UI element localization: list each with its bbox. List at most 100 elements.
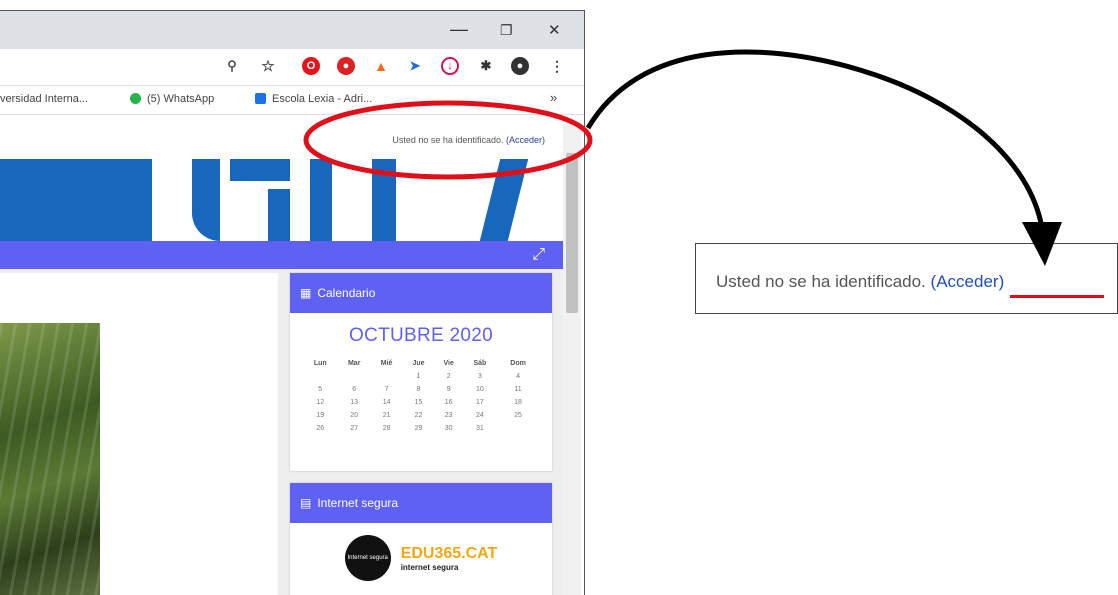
calendar-day[interactable]: 31 <box>463 422 498 435</box>
calendar-day[interactable]: 8 <box>402 383 434 396</box>
page-content: ▦ Calendario OCTUBRE 2020 Lun Mar Mié Ju… <box>0 269 563 595</box>
calendar-day[interactable]: 27 <box>337 422 370 435</box>
bookmark-label: (5) WhatsApp <box>147 93 215 105</box>
pointer-arrow <box>585 49 1045 229</box>
banner-block <box>0 159 152 241</box>
calendar-day <box>371 370 402 383</box>
calendar-day[interactable]: 13 <box>337 396 370 409</box>
calendar-day[interactable]: 10 <box>463 383 498 396</box>
weekday: Mar <box>347 360 361 367</box>
calendar-day[interactable]: 16 <box>435 396 463 409</box>
edu365-logo[interactable]: EDU365.CAT internet segura <box>401 545 498 572</box>
bookmark-label: versidad Interna... <box>0 93 89 105</box>
fire-icon[interactable]: ▲ <box>372 57 390 75</box>
zoom-callout: Usted no se ha identificado. (Acceder) <box>695 243 1118 314</box>
login-link[interactable]: (Acceder) <box>506 135 545 145</box>
internet-segura-card: ▤ Internet segura Internet segura EDU365… <box>290 483 552 595</box>
calendar-week: 5 6 7 8 9 10 11 <box>303 383 539 396</box>
calendar-card: ▦ Calendario OCTUBRE 2020 Lun Mar Mié Ju… <box>290 273 552 471</box>
whatsapp-icon <box>130 93 141 104</box>
calendar-day[interactable]: 25 <box>497 409 539 422</box>
calendar-day[interactable]: 9 <box>435 383 463 396</box>
weekday: Lun <box>313 360 327 367</box>
zoom-icon[interactable]: ⚲ <box>223 57 241 75</box>
campus-photo <box>0 323 100 595</box>
calendar-day[interactable]: 28 <box>371 422 402 435</box>
calendar-day[interactable]: 23 <box>435 409 463 422</box>
calendar-icon: ▦ <box>300 286 312 300</box>
calendar-day[interactable]: 17 <box>463 396 498 409</box>
calendar-header: ▦ Calendario <box>290 273 552 313</box>
profile-icon[interactable]: ● <box>511 57 529 75</box>
calendar-day[interactable]: 21 <box>371 409 402 422</box>
restore-button[interactable]: ❐ <box>500 22 513 39</box>
calendar-day[interactable]: 3 <box>463 370 498 383</box>
calendar-day[interactable]: 19 <box>303 409 337 422</box>
edu365-subtitle: internet segura <box>400 562 459 572</box>
internet-segura-header: ▤ Internet segura <box>290 483 552 523</box>
bookmark-label: Escola Lexia - Adri... <box>272 93 373 105</box>
lexia-icon <box>255 93 266 104</box>
calendar-day[interactable]: 7 <box>371 383 402 396</box>
calendar-day[interactable]: 30 <box>435 422 463 435</box>
callout-login-link[interactable]: (Acceder) <box>931 272 1005 291</box>
calendar-week: 19 20 21 22 23 24 25 <box>303 409 539 422</box>
adblock-icon[interactable]: ● <box>337 57 355 75</box>
banner-logo-stroke <box>310 159 332 241</box>
opera-icon[interactable]: O <box>302 57 320 75</box>
internet-segura-logo[interactable]: Internet segura <box>344 535 391 581</box>
bookmarks-overflow-button[interactable]: » <box>550 90 557 105</box>
calendar-day[interactable]: 6 <box>337 383 370 396</box>
minimize-button[interactable]: — <box>450 19 468 40</box>
nav-bar: ⤢ <box>0 241 563 269</box>
weekday: Dom <box>510 360 526 367</box>
calendar-week: 1234 <box>303 370 539 383</box>
calendar-day[interactable]: 1 <box>402 370 434 383</box>
site-banner <box>0 159 563 241</box>
login-status-text: Usted no se ha identificado. <box>392 135 504 145</box>
calendar-day[interactable]: 15 <box>402 396 434 409</box>
puzzle-icon[interactable]: ✱ <box>477 57 495 75</box>
bird-icon[interactable]: ➤ <box>406 57 424 75</box>
card-icon: ▤ <box>300 496 312 510</box>
calendar-day[interactable]: 20 <box>337 409 370 422</box>
calendar-day[interactable]: 29 <box>402 422 434 435</box>
calendar-month[interactable]: OCTUBRE 2020 <box>290 325 552 347</box>
bookmark-escola-lexia[interactable]: Escola Lexia - Adri... <box>255 93 372 105</box>
expand-icon[interactable]: ⤢ <box>532 246 545 264</box>
browser-window: — ❐ ✕ ⚲ ☆ O ● ▲ ➤ ↓ ✱ ● ⋮ versidad Inter… <box>0 10 585 595</box>
page-scrollbar[interactable] <box>563 123 581 595</box>
download-icon[interactable]: ↓ <box>441 57 459 75</box>
calendar-day[interactable]: 26 <box>303 422 337 435</box>
edu365-title: EDU365.CAT <box>400 544 498 562</box>
calendar-day[interactable]: 2 <box>435 370 463 383</box>
calendar-day[interactable]: 14 <box>371 396 402 409</box>
banner-logo-stroke <box>268 189 290 241</box>
banner-logo-stroke <box>479 159 529 241</box>
calendar-day[interactable]: 4 <box>497 370 539 383</box>
calendar-day[interactable]: 18 <box>497 396 539 409</box>
callout-status: Usted no se ha identificado. <box>716 272 926 291</box>
calendar-day[interactable]: 12 <box>303 396 337 409</box>
calendar-day[interactable]: 24 <box>463 409 498 422</box>
bookmarks-bar: versidad Interna... (5) WhatsApp Escola … <box>0 86 584 115</box>
bookmark-whatsapp[interactable]: (5) WhatsApp <box>130 93 214 105</box>
callout-text: Usted no se ha identificado. (Acceder) <box>716 272 1004 292</box>
menu-dots-icon[interactable]: ⋮ <box>548 57 566 75</box>
banner-logo-stroke <box>230 159 290 181</box>
star-icon[interactable]: ☆ <box>259 57 277 75</box>
login-strip: Usted no se ha identificado. (Acceder) <box>0 123 563 159</box>
calendar-day[interactable]: 22 <box>402 409 434 422</box>
calendar-day[interactable]: 11 <box>497 383 539 396</box>
internet-segura-header-label: Internet segura <box>317 496 399 510</box>
calendar-header-label: Calendario <box>317 286 376 300</box>
close-button[interactable]: ✕ <box>548 21 561 39</box>
calendar-day <box>497 422 539 435</box>
scroll-thumb[interactable] <box>566 153 578 313</box>
calendar-day[interactable]: 5 <box>303 383 337 396</box>
bookmark-universidad[interactable]: versidad Interna... <box>0 93 88 105</box>
logos-row: Internet segura EDU365.CAT internet segu… <box>290 523 552 581</box>
calendar-week: 26 27 28 29 30 31 <box>303 422 539 435</box>
calendar-week: 12 13 14 15 16 17 18 <box>303 396 539 409</box>
weekday: Vie <box>443 360 454 367</box>
